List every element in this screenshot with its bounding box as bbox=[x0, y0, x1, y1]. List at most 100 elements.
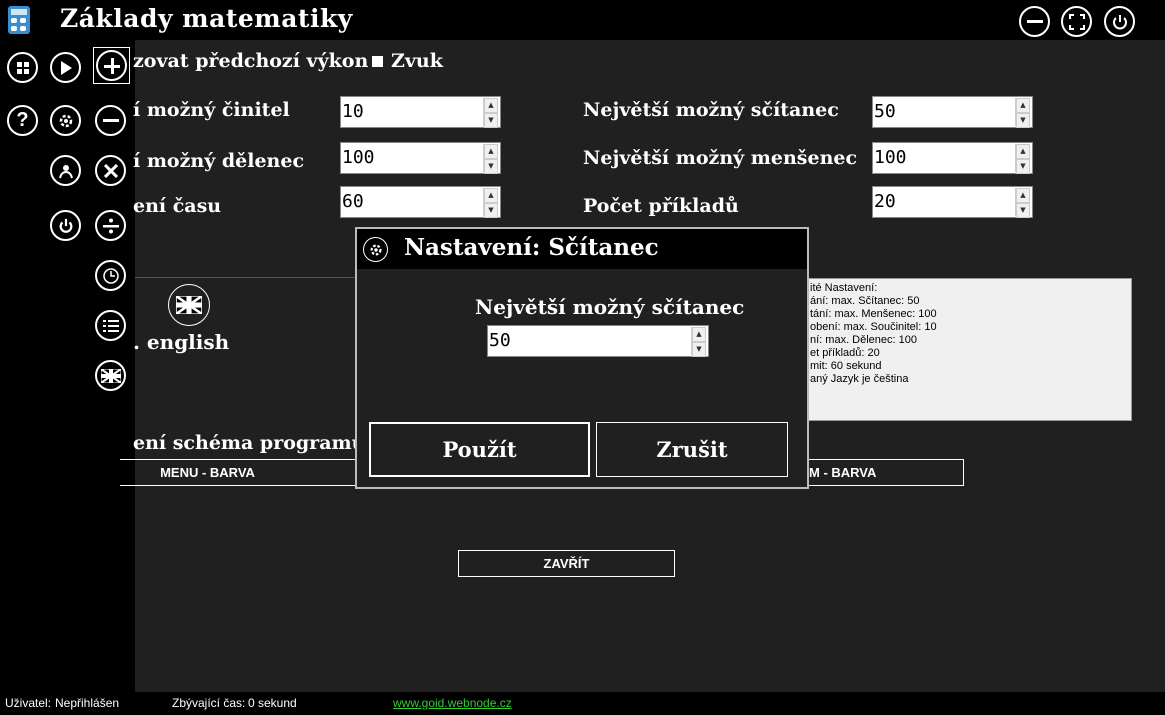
settings-button[interactable] bbox=[50, 105, 81, 136]
spin-up-icon[interactable]: ▲ bbox=[484, 188, 498, 203]
max-minuend-value: 100 bbox=[874, 147, 907, 168]
max-addend-label: Největší možný sčítanec bbox=[583, 99, 839, 121]
cancel-button[interactable]: Zrušit bbox=[596, 422, 788, 477]
question-icon: ? bbox=[16, 109, 29, 131]
scheme-heading: ení schéma programu bbox=[133, 432, 366, 454]
close-button-label: ZAVŘÍT bbox=[543, 556, 590, 571]
app-title: Základy matematiky bbox=[60, 4, 353, 33]
spin-down-icon[interactable]: ▼ bbox=[1016, 113, 1030, 128]
max-dividend-value: 100 bbox=[342, 147, 375, 168]
sidebar: ? bbox=[0, 40, 135, 692]
divide-icon bbox=[102, 218, 119, 233]
spin-down-icon[interactable]: ▼ bbox=[484, 113, 498, 128]
cancel-button-label: Zrušit bbox=[656, 437, 728, 462]
time-limit-value: 60 bbox=[342, 191, 364, 212]
summary-line: aný Jazyk je čeština bbox=[810, 373, 909, 385]
max-dividend-spinner[interactable]: 100 ▲ ▼ bbox=[340, 142, 501, 174]
website-link[interactable]: www.goid.webnode.cz bbox=[393, 696, 512, 710]
max-addend-value: 50 bbox=[874, 101, 896, 122]
timer-button[interactable] bbox=[95, 260, 126, 291]
power-button[interactable] bbox=[1104, 6, 1135, 37]
summary-line: ání: max. Sčítanec: 50 bbox=[810, 295, 920, 307]
menu-color-label: MENU - BARVA bbox=[160, 465, 255, 480]
spin-up-icon[interactable]: ▲ bbox=[484, 98, 498, 113]
clock-icon bbox=[102, 267, 119, 284]
minimize-button[interactable] bbox=[1019, 6, 1050, 37]
english-label: . english bbox=[133, 330, 230, 354]
logout-button[interactable] bbox=[50, 210, 81, 241]
settings-summary-box: ité Nastavení: ání: max. Sčítanec: 50 tá… bbox=[807, 278, 1132, 421]
play-button[interactable] bbox=[50, 52, 81, 83]
multiplication-button[interactable] bbox=[95, 155, 126, 186]
spin-down-icon[interactable]: ▼ bbox=[1016, 203, 1030, 218]
max-minuend-spinner[interactable]: 100 ▲ ▼ bbox=[872, 142, 1033, 174]
spin-down-icon[interactable]: ▼ bbox=[692, 342, 706, 357]
title-bar: Základy matematiky bbox=[0, 0, 1165, 40]
dialog-addend-spinner[interactable]: 50 ▲ ▼ bbox=[487, 325, 709, 357]
menu-grid-button[interactable] bbox=[7, 52, 38, 83]
time-limit-label: ení času bbox=[133, 195, 222, 217]
power-icon bbox=[59, 218, 72, 233]
user-button[interactable] bbox=[50, 155, 81, 186]
program-color-label: M - BARVA bbox=[809, 465, 877, 480]
power-icon bbox=[1112, 14, 1127, 29]
apply-button-label: Použít bbox=[442, 437, 517, 462]
gear-icon bbox=[59, 114, 72, 127]
dialog-field-label: Největší možný sčítanec bbox=[475, 295, 745, 319]
summary-line: obení: max. Součinitel: 10 bbox=[810, 321, 937, 333]
help-button[interactable]: ? bbox=[7, 105, 38, 136]
times-icon bbox=[103, 163, 118, 178]
addition-button-selected[interactable] bbox=[93, 47, 130, 84]
spin-up-icon[interactable]: ▲ bbox=[1016, 144, 1030, 159]
time-limit-spinner[interactable]: 60 ▲ ▼ bbox=[340, 186, 501, 218]
previous-performance-label: zovat předchozí výkon bbox=[133, 50, 369, 72]
spin-down-icon[interactable]: ▼ bbox=[1016, 159, 1030, 174]
sound-checkbox[interactable] bbox=[372, 56, 383, 67]
language-button[interactable] bbox=[95, 360, 126, 391]
spin-down-icon[interactable]: ▼ bbox=[484, 159, 498, 174]
english-flag-button[interactable] bbox=[168, 284, 210, 326]
spin-up-icon[interactable]: ▲ bbox=[1016, 98, 1030, 113]
plus-icon bbox=[96, 50, 127, 81]
division-button[interactable] bbox=[95, 210, 126, 241]
list-icon bbox=[102, 319, 119, 332]
apply-button[interactable]: Použít bbox=[369, 422, 590, 477]
menu-color-button[interactable]: MENU - BARVA bbox=[120, 459, 356, 486]
section-divider bbox=[135, 277, 355, 278]
close-button[interactable]: ZAVŘÍT bbox=[458, 550, 675, 577]
program-color-button[interactable]: M - BARVA bbox=[805, 459, 964, 486]
uk-flag-icon bbox=[100, 368, 121, 383]
minimize-icon bbox=[1026, 19, 1043, 23]
summary-line: tání: max. Menšenec: 100 bbox=[810, 308, 937, 320]
dialog-header: Nastavení: Sčítanec bbox=[357, 229, 807, 269]
grid-icon bbox=[16, 61, 29, 74]
max-factor-spinner[interactable]: 10 ▲ ▼ bbox=[340, 96, 501, 128]
example-count-spinner[interactable]: 20 ▲ ▼ bbox=[872, 186, 1033, 218]
spin-up-icon[interactable]: ▲ bbox=[692, 327, 706, 342]
minus-icon bbox=[102, 118, 119, 122]
uk-flag-icon bbox=[176, 296, 202, 314]
max-dividend-label: í možný dělenec bbox=[133, 150, 305, 172]
list-button[interactable] bbox=[95, 310, 126, 341]
spin-down-icon[interactable]: ▼ bbox=[484, 203, 498, 218]
status-bar: Uživatel: Nepřihlášen Zbývající čas: 0 s… bbox=[0, 692, 1165, 715]
time-value: 0 sekund bbox=[248, 696, 297, 710]
gear-icon bbox=[363, 237, 388, 262]
dialog-title: Nastavení: Sčítanec bbox=[404, 234, 659, 261]
example-count-label: Počet příkladů bbox=[583, 195, 739, 217]
max-addend-spinner[interactable]: 50 ▲ ▼ bbox=[872, 96, 1033, 128]
fullscreen-button[interactable] bbox=[1061, 6, 1092, 37]
max-factor-label: í možný činitel bbox=[133, 99, 290, 121]
subtraction-button[interactable] bbox=[95, 105, 126, 136]
spin-up-icon[interactable]: ▲ bbox=[1016, 188, 1030, 203]
calculator-app-icon bbox=[8, 6, 30, 34]
max-minuend-label: Největší možný menšenec bbox=[583, 147, 858, 169]
dialog-addend-value: 50 bbox=[489, 330, 511, 351]
summary-line: ité Nastavení: bbox=[810, 282, 878, 294]
example-count-value: 20 bbox=[874, 191, 896, 212]
spin-up-icon[interactable]: ▲ bbox=[484, 144, 498, 159]
sound-label: Zvuk bbox=[391, 50, 443, 72]
user-label: Uživatel: bbox=[5, 696, 52, 710]
addend-settings-dialog: Nastavení: Sčítanec Největší možný sčíta… bbox=[355, 227, 809, 489]
time-label: Zbývající čas: bbox=[172, 696, 246, 710]
